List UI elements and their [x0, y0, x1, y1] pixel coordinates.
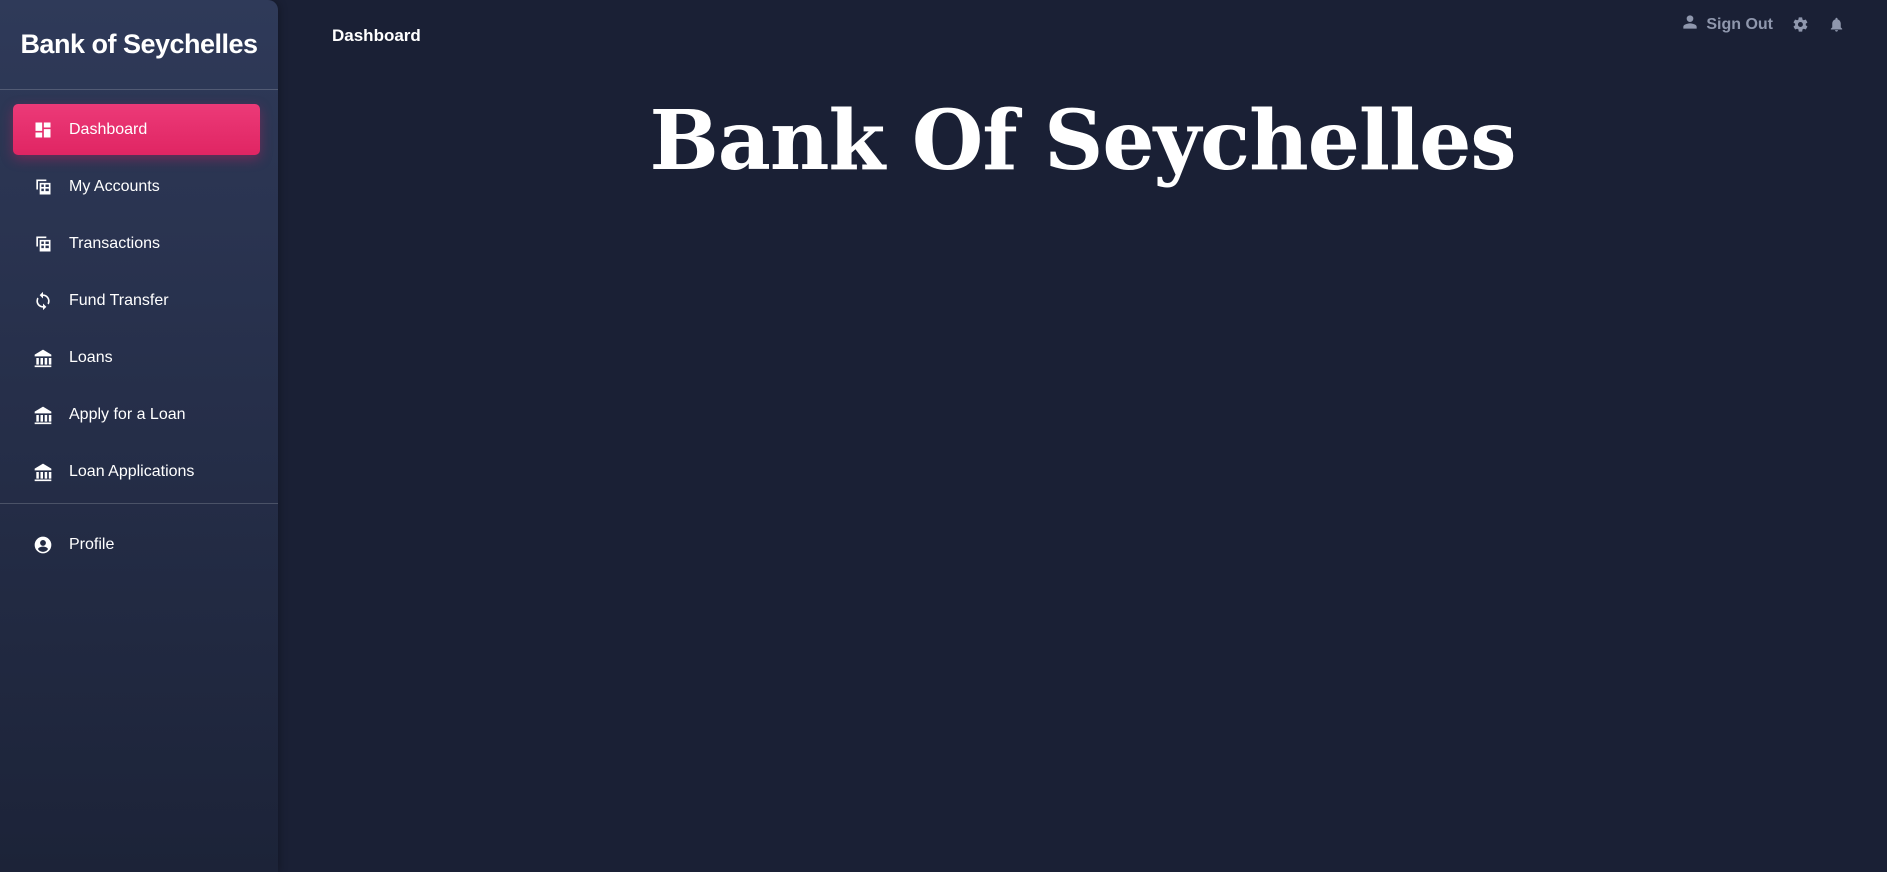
sidebar-item-apply-loan[interactable]: Apply for a Loan	[13, 389, 260, 440]
sidebar-item-label: Loans	[69, 348, 113, 366]
sidebar-item-label: Profile	[69, 535, 115, 553]
sidebar-item-dashboard[interactable]: Dashboard	[13, 104, 260, 155]
user-icon	[1682, 14, 1698, 35]
sidebar-item-label: Loan Applications	[69, 462, 195, 480]
sidebar-item-loans[interactable]: Loans	[13, 332, 260, 383]
topbar-actions: Sign Out	[1682, 14, 1845, 35]
sign-out-label: Sign Out	[1706, 15, 1773, 33]
dashboard-icon	[32, 119, 54, 141]
sidebar-item-label: My Accounts	[69, 177, 160, 195]
sidebar-item-label: Fund Transfer	[69, 291, 169, 309]
sidebar-item-label: Dashboard	[69, 120, 148, 138]
sidebar-item-transactions[interactable]: Transactions	[13, 218, 260, 269]
transfer-icon	[32, 290, 54, 312]
account-circle-icon	[32, 534, 54, 556]
sign-out-button[interactable]: Sign Out	[1682, 14, 1773, 35]
sidebar-item-fund-transfer[interactable]: Fund Transfer	[13, 275, 260, 326]
sidebar-nav-secondary: Profile	[0, 519, 278, 570]
account-balance-icon	[32, 233, 54, 255]
sidebar-brand[interactable]: Bank of Seychelles	[0, 0, 278, 90]
account-balance-icon	[32, 176, 54, 198]
bell-icon[interactable]	[1827, 16, 1845, 34]
sidebar: Bank of Seychelles Dashboard My Accounts…	[0, 0, 278, 872]
loan-icon	[32, 404, 54, 426]
sidebar-item-my-accounts[interactable]: My Accounts	[13, 161, 260, 212]
sidebar-item-loan-applications[interactable]: Loan Applications	[13, 446, 260, 497]
sidebar-nav: Dashboard My Accounts Transactions Fund …	[0, 90, 278, 497]
sidebar-divider	[0, 503, 278, 504]
gear-icon[interactable]	[1791, 16, 1809, 34]
sidebar-item-label: Transactions	[69, 234, 160, 252]
main-heading: Bank Of Seychelles	[649, 93, 1516, 189]
sidebar-item-profile[interactable]: Profile	[13, 519, 260, 570]
sidebar-item-label: Apply for a Loan	[69, 405, 186, 423]
loan-icon	[32, 461, 54, 483]
page-title: Dashboard	[332, 26, 421, 45]
loan-icon	[32, 347, 54, 369]
